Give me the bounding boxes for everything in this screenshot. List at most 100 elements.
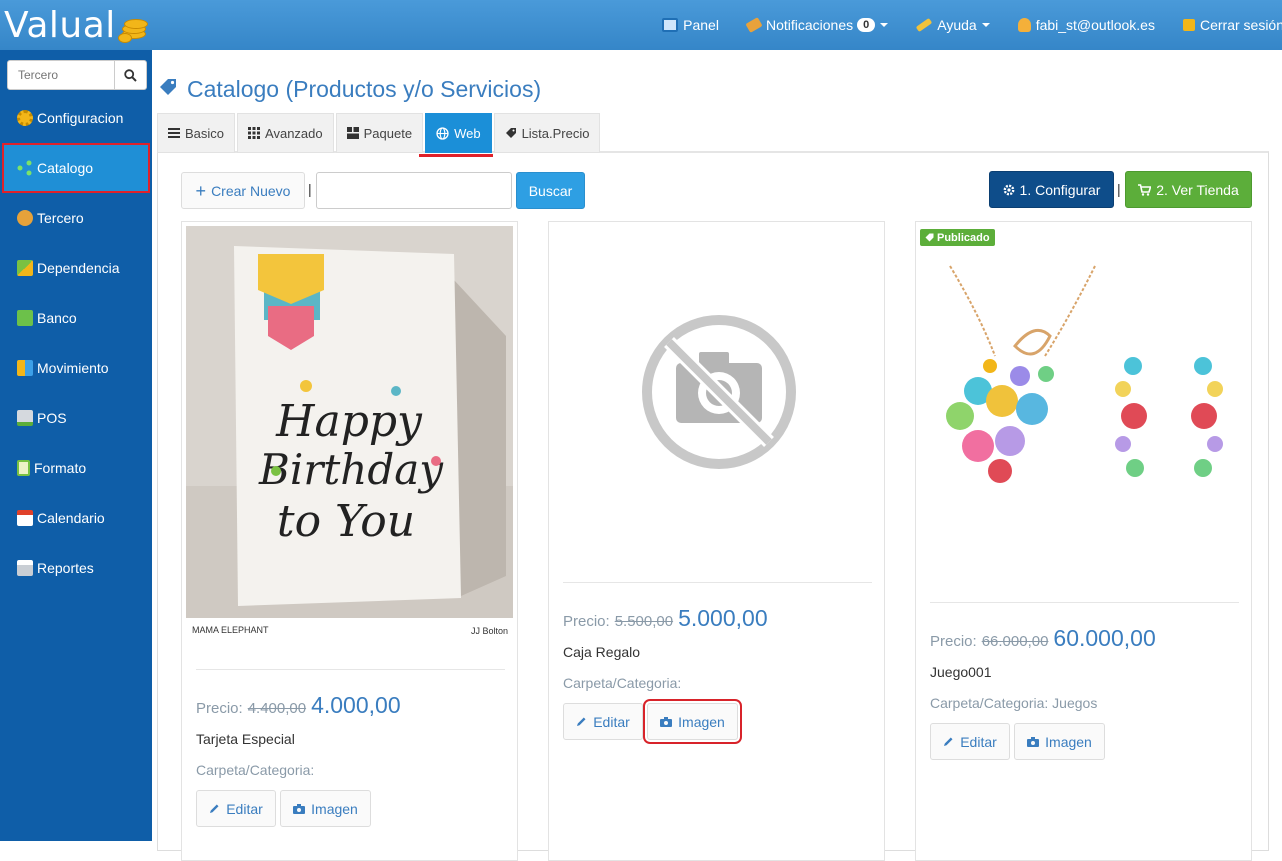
- help-label: Ayuda: [937, 17, 977, 33]
- sidebar-search: [7, 60, 147, 90]
- product-image[interactable]: Happy Birthday to You MAMA ELEPHANT JJ B…: [186, 226, 513, 639]
- no-image-placeholder[interactable]: [553, 226, 880, 639]
- document-icon: [17, 460, 30, 476]
- card-text-happy: Happy: [275, 396, 423, 447]
- sidebar-search-input[interactable]: [8, 61, 114, 89]
- product-card: Happy Birthday to You MAMA ELEPHANT JJ B…: [181, 221, 518, 861]
- product-category: Carpeta/Categoria:: [563, 675, 682, 691]
- price-row: Precio: 5.500,00 5.000,00: [563, 605, 768, 632]
- sidebar-item-label: Catalogo: [37, 160, 94, 176]
- camera-icon: [293, 803, 306, 814]
- edit-label: Editar: [960, 733, 997, 750]
- sidebar-item-banco[interactable]: Banco: [0, 293, 152, 343]
- logout-link[interactable]: Cerrar sesión: [1182, 17, 1282, 33]
- sidebar-item-dependencia[interactable]: Dependencia: [0, 243, 152, 293]
- panel-label: Panel: [683, 17, 719, 33]
- tag-icon: [505, 127, 517, 139]
- create-new-label: Crear Nuevo: [211, 182, 291, 199]
- new-price: 60.000,00: [1053, 625, 1156, 651]
- necklace-gems: [946, 359, 1054, 483]
- configure-label: 1. Configurar: [1019, 181, 1101, 198]
- notifications-menu[interactable]: Notificaciones 0: [745, 17, 889, 33]
- notifications-count-badge: 0: [857, 18, 876, 32]
- gear-icon: [17, 110, 33, 126]
- image-label: Imagen: [311, 800, 358, 817]
- grid-icon: [248, 127, 261, 139]
- sidebar-item-tercero[interactable]: Tercero: [0, 193, 152, 243]
- tab-lista-precio[interactable]: Lista.Precio: [493, 113, 601, 153]
- sidebar-item-formato[interactable]: Formato: [0, 443, 152, 493]
- toolbar-separator: |: [1117, 181, 1121, 197]
- new-price: 4.000,00: [311, 692, 401, 718]
- sidebar-item-configuracion[interactable]: Configuracion: [0, 93, 152, 143]
- layout-icon: [346, 127, 359, 139]
- chevron-down-icon: [981, 23, 990, 27]
- image-button[interactable]: Imagen: [1014, 723, 1105, 760]
- user-menu[interactable]: fabi_st@outlook.es: [1017, 17, 1155, 33]
- tab-label: Web: [454, 125, 481, 141]
- new-price: 5.000,00: [678, 605, 768, 631]
- old-price: 4.400,00: [247, 700, 307, 717]
- product-name: Caja Regalo: [563, 644, 641, 660]
- published-label: Publicado: [937, 231, 990, 244]
- earring-left: [1115, 357, 1147, 477]
- sidebar-item-catalogo[interactable]: Catalogo: [2, 143, 150, 193]
- pencil-icon: [576, 716, 587, 727]
- edit-label: Editar: [593, 713, 630, 730]
- create-new-button[interactable]: + Crear Nuevo: [181, 172, 305, 209]
- brand-name: Valual: [4, 4, 116, 46]
- tag-icon: [925, 233, 934, 242]
- users-icon: [17, 210, 33, 226]
- search-icon: [124, 68, 137, 82]
- old-price: 66.000,00: [981, 633, 1049, 650]
- active-tab-highlight: [419, 154, 493, 157]
- top-bar: Valual Panel Notificaciones 0 Ayuda fabi…: [0, 0, 1282, 50]
- bank-icon: [17, 310, 33, 326]
- tab-label: Paquete: [363, 125, 413, 141]
- price-row: Precio: 4.400,00 4.000,00: [196, 692, 401, 719]
- sidebar-item-movimiento[interactable]: Movimiento: [0, 343, 152, 393]
- image-button[interactable]: Imagen: [643, 699, 742, 744]
- toolbar-separator: |: [308, 181, 312, 197]
- sidebar-item-label: POS: [37, 410, 67, 426]
- tab-avanzado[interactable]: Avanzado: [237, 113, 334, 153]
- user-icon: [1017, 18, 1031, 32]
- edit-button[interactable]: Editar: [930, 723, 1010, 760]
- plus-icon: +: [195, 180, 207, 201]
- price-label: Precio:: [196, 700, 243, 717]
- tab-paquete[interactable]: Paquete: [335, 113, 424, 153]
- user-email: fabi_st@outlook.es: [1035, 17, 1155, 33]
- tab-basico[interactable]: Basico: [157, 113, 236, 153]
- broom-icon: [745, 17, 763, 33]
- camera-icon: [660, 716, 673, 727]
- edit-button[interactable]: Editar: [196, 790, 276, 827]
- tab-label: Lista.Precio: [521, 125, 590, 141]
- configure-button[interactable]: 1. Configurar: [989, 171, 1114, 208]
- sidebar-item-calendario[interactable]: Calendario: [0, 493, 152, 543]
- card-text-birthday: Birthday: [258, 445, 444, 494]
- panel-link[interactable]: Panel: [662, 17, 719, 33]
- sidebar-item-label: Calendario: [37, 510, 105, 526]
- search-button[interactable]: Buscar: [516, 172, 585, 209]
- gear-icon: [1003, 184, 1014, 195]
- tab-web[interactable]: Web: [425, 113, 492, 153]
- edit-button[interactable]: Editar: [563, 703, 643, 740]
- sidebar-item-reportes[interactable]: Reportes: [0, 543, 152, 593]
- product-image[interactable]: [920, 226, 1247, 546]
- help-menu[interactable]: Ayuda: [915, 17, 990, 33]
- card-text-to-you: to You: [277, 496, 415, 547]
- catalog-search-input[interactable]: [316, 172, 512, 209]
- brand-logo[interactable]: Valual: [4, 4, 150, 46]
- view-store-button[interactable]: 2. Ver Tienda: [1125, 171, 1252, 208]
- sidebar-item-label: Dependencia: [37, 260, 120, 276]
- view-store-label: 2. Ver Tienda: [1156, 181, 1239, 198]
- image-button[interactable]: Imagen: [280, 790, 371, 827]
- sidebar-item-label: Formato: [34, 460, 87, 476]
- search-button[interactable]: [114, 61, 146, 89]
- sidebar-item-label: Banco: [37, 310, 77, 326]
- logout-label: Cerrar sesión: [1199, 17, 1282, 33]
- sidebar-item-pos[interactable]: POS: [0, 393, 152, 443]
- catalog-tabs: Basico Avanzado Paquete Web Lista.Precio: [157, 113, 602, 153]
- published-badge: Publicado: [920, 229, 995, 246]
- product-name: Juego001: [930, 664, 992, 680]
